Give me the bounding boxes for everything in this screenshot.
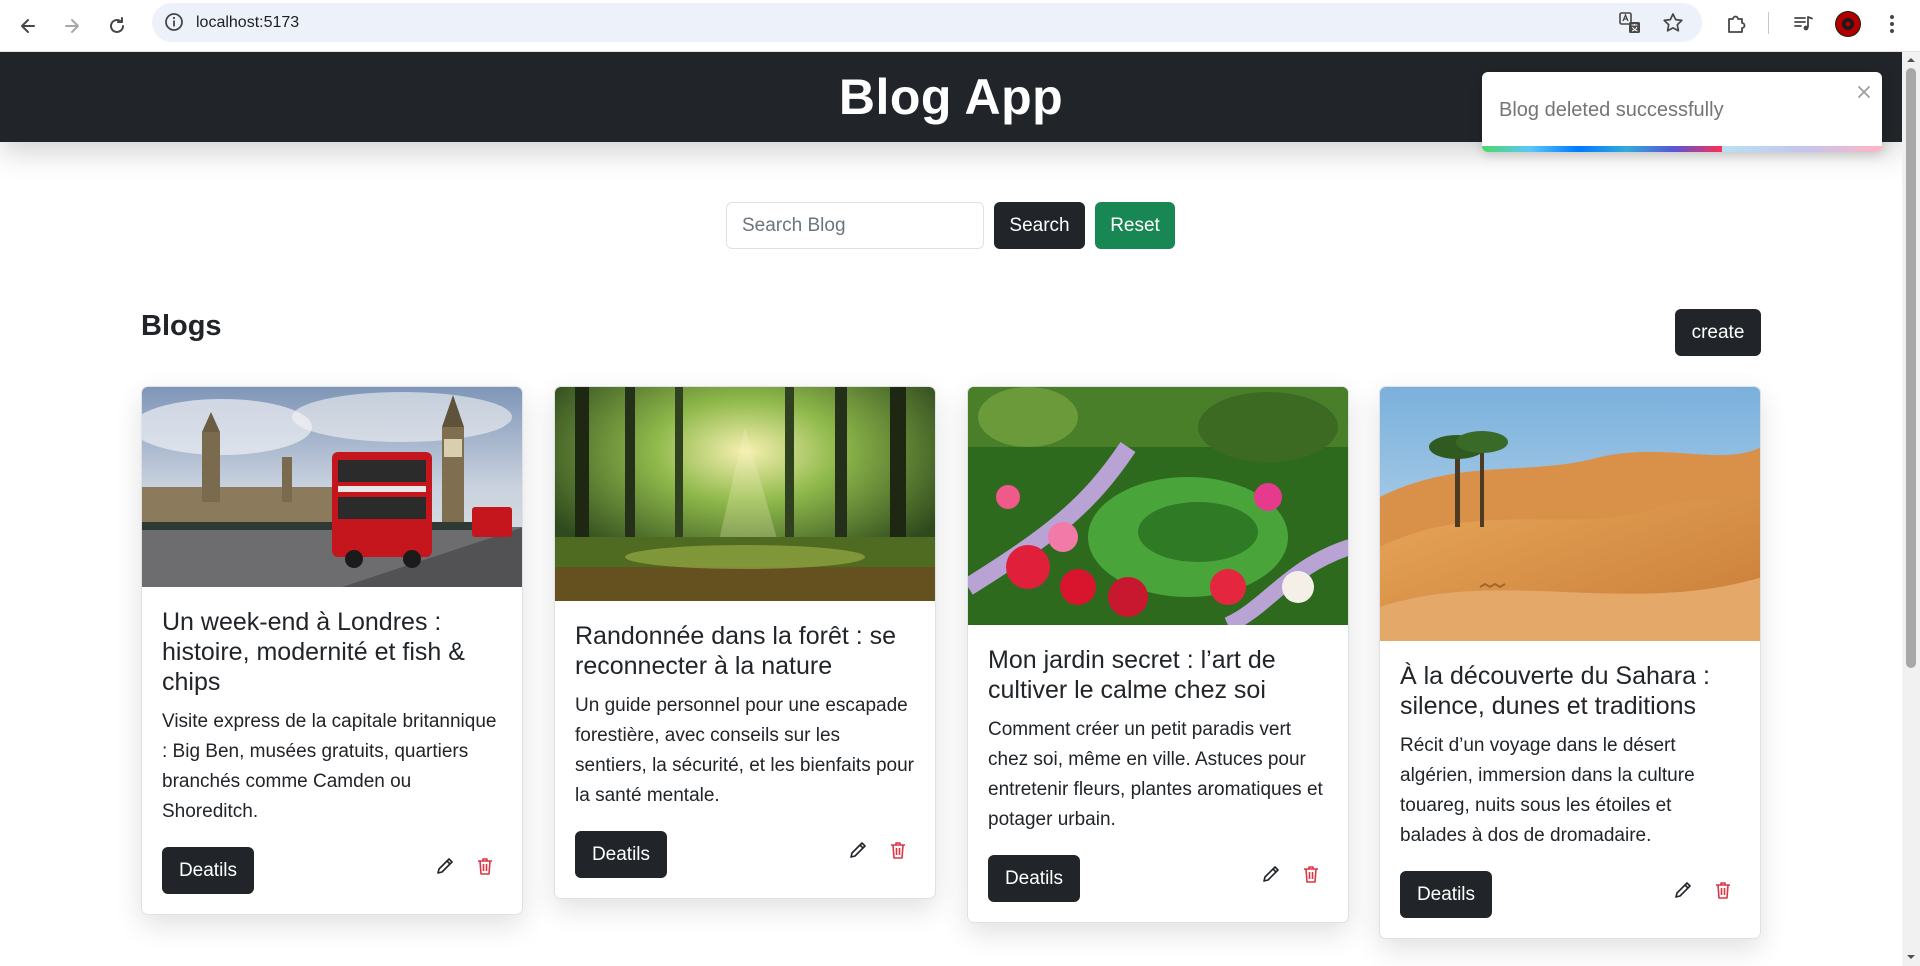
blog-image-sahara: [1380, 387, 1760, 641]
forward-button[interactable]: [56, 10, 88, 42]
browser-toolbar: localhost:5173: [0, 0, 1920, 52]
card-description: Visite express de la capitale britanniqu…: [162, 711, 497, 822]
scroll-up-icon[interactable]: [1906, 55, 1916, 65]
card-description: Récit d’un voyage dans le désert algérie…: [1400, 735, 1695, 846]
details-button[interactable]: Deatils: [162, 847, 254, 894]
card-body: Un week-end à Londres : histoire, modern…: [142, 587, 522, 914]
url-text[interactable]: localhost:5173: [196, 3, 299, 42]
address-bar[interactable]: localhost:5173: [152, 3, 1702, 42]
page-viewport: Blog App Search Reset Blogs create: [0, 52, 1902, 966]
search-button[interactable]: Search: [994, 202, 1085, 249]
media-icon: [1794, 16, 1813, 31]
trash-icon: [1304, 865, 1318, 883]
blog-card: Mon jardin secret : l’art de cultiver le…: [967, 386, 1349, 923]
card-title: À la découverte du Sahara : silence, dun…: [1400, 662, 1710, 720]
card-title: Mon jardin secret : l’art de cultiver le…: [988, 646, 1276, 704]
trash-icon: [478, 857, 492, 875]
toast-close-button[interactable]: [1854, 82, 1874, 102]
card-title: Un week-end à Londres : histoire, modern…: [162, 608, 465, 696]
blog-card: Randonnée dans la forêt : se reconnecter…: [554, 386, 936, 899]
scroll-down-icon[interactable]: [1906, 952, 1916, 962]
pencil-icon: [1263, 865, 1279, 882]
trash-icon: [1716, 881, 1730, 899]
translate-button[interactable]: [1619, 12, 1641, 34]
close-icon: [1858, 86, 1870, 98]
puzzle-icon: [1728, 15, 1746, 33]
card-body: Mon jardin secret : l’art de cultiver le…: [968, 625, 1348, 922]
details-button[interactable]: Deatils: [1400, 871, 1492, 918]
arrow-left-icon: [21, 19, 35, 33]
edit-button[interactable]: [1260, 863, 1282, 885]
info-icon: [165, 13, 183, 31]
toolbar-separator: [1768, 12, 1769, 34]
delete-button[interactable]: [887, 839, 909, 861]
bookmark-button[interactable]: [1662, 12, 1684, 34]
back-button[interactable]: [12, 10, 44, 42]
arrow-right-icon: [65, 19, 79, 33]
card-description: Un guide personnel pour une escapade for…: [575, 695, 915, 806]
toast-message: Blog deleted successfully: [1499, 99, 1724, 121]
card-actions: Deatils: [988, 855, 1328, 902]
card-actions: Deatils: [162, 847, 502, 894]
card-actions: Deatils: [575, 831, 915, 878]
toast-progress-bar: [1482, 146, 1722, 152]
reload-button[interactable]: [101, 10, 133, 42]
card-icon-actions: [847, 839, 909, 861]
trash-icon: [891, 841, 905, 859]
media-controls-button[interactable]: [1790, 11, 1816, 37]
edit-button[interactable]: [1672, 879, 1694, 901]
scrollbar-thumb[interactable]: [1906, 68, 1916, 668]
brand-title[interactable]: Blog App: [839, 68, 1063, 126]
kebab-menu-icon: [1890, 15, 1894, 33]
details-button[interactable]: Deatils: [575, 831, 667, 878]
card-icon-actions: [1672, 879, 1734, 901]
translate-icon: [1619, 12, 1640, 33]
pencil-icon: [850, 841, 866, 858]
delete-button[interactable]: [1300, 863, 1322, 885]
blog-image-garden: [968, 387, 1348, 625]
blog-image-london: [142, 387, 522, 587]
search-bar: Search Reset: [726, 202, 1175, 249]
blog-card: À la découverte du Sahara : silence, dun…: [1379, 386, 1761, 939]
pencil-icon: [1675, 881, 1691, 898]
blog-image-forest: [555, 387, 935, 601]
page-scrollbar[interactable]: [1902, 52, 1920, 966]
reload-icon: [110, 17, 124, 33]
details-button[interactable]: Deatils: [988, 855, 1080, 902]
profile-avatar[interactable]: [1835, 11, 1861, 37]
toast-notification[interactable]: Blog deleted successfully: [1482, 72, 1882, 152]
star-icon: [1663, 13, 1683, 32]
extensions-button[interactable]: [1723, 11, 1749, 37]
edit-button[interactable]: [847, 839, 869, 861]
card-actions: Deatils: [1400, 871, 1740, 918]
profile-icon: [1836, 12, 1860, 36]
card-title: Randonnée dans la forêt : se reconnecter…: [575, 622, 897, 680]
search-input[interactable]: [726, 202, 984, 249]
card-icon-actions: [434, 855, 496, 877]
delete-button[interactable]: [474, 855, 496, 877]
edit-button[interactable]: [434, 855, 456, 877]
blog-card: Un week-end à Londres : histoire, modern…: [141, 386, 523, 915]
reset-button[interactable]: Reset: [1095, 202, 1175, 249]
card-description: Comment créer un petit paradis vert chez…: [988, 719, 1323, 830]
card-body: Randonnée dans la forêt : se reconnecter…: [555, 601, 935, 898]
pencil-icon: [437, 857, 453, 874]
blogs-heading: Blogs: [141, 310, 222, 342]
create-button[interactable]: create: [1675, 309, 1761, 356]
card-body: À la découverte du Sahara : silence, dun…: [1380, 641, 1760, 938]
site-info-button[interactable]: [164, 12, 184, 32]
chrome-menu-button[interactable]: [1879, 11, 1905, 37]
card-icon-actions: [1260, 863, 1322, 885]
delete-button[interactable]: [1712, 879, 1734, 901]
